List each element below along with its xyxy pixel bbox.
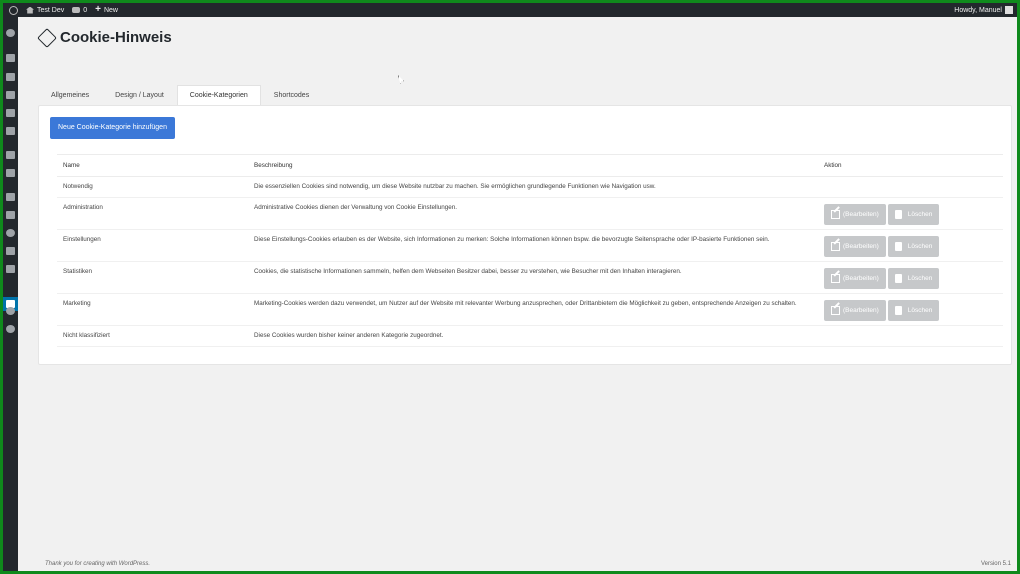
- pages-icon[interactable]: [6, 91, 15, 99]
- admin-side-menu: [3, 17, 22, 571]
- code-icon: [37, 27, 57, 48]
- category-description: Cookies, die statistische Informationen …: [254, 268, 682, 275]
- table-row: Nicht klassifiziert Diese Cookies wurden…: [57, 325, 1003, 347]
- comments-link[interactable]: 0: [68, 3, 91, 17]
- trash-icon: [894, 306, 902, 315]
- trash-icon: [894, 274, 902, 283]
- tab-design-layout[interactable]: Design / Layout: [102, 85, 177, 105]
- edit-label: (Bearbeiten): [843, 243, 879, 250]
- cookie-categories-card: Neue Cookie-Kategorie hinzufügen Name Be…: [38, 105, 1012, 365]
- table-row: Marketing Marketing-Cookies werden dazu …: [57, 293, 1003, 326]
- trash-icon: [894, 242, 902, 251]
- tab-bar: Allgemeines Design / Layout Cookie-Kateg…: [38, 85, 1012, 105]
- column-header-action: Aktion: [818, 154, 1003, 177]
- footer-thanks: Thank you for creating with WordPress.: [45, 561, 151, 567]
- plugin-icon[interactable]: [6, 307, 15, 315]
- edit-icon: [831, 274, 840, 283]
- collapse-menu-icon[interactable]: [6, 325, 15, 333]
- media-icon[interactable]: [6, 73, 15, 81]
- trash-icon: [894, 210, 902, 219]
- edit-icon: [831, 210, 840, 219]
- tab-cookie-kategorien[interactable]: Cookie-Kategorien: [176, 85, 261, 105]
- delete-label: Löschen: [907, 307, 933, 314]
- dashboard-icon[interactable]: [6, 29, 15, 37]
- category-name: Statistiken: [63, 268, 93, 275]
- table-row: Statistiken Cookies, die statistische In…: [57, 261, 1003, 294]
- wordpress-icon: [9, 5, 18, 15]
- delete-label: Löschen: [907, 275, 933, 282]
- delete-label: Löschen: [907, 211, 933, 218]
- edit-icon: [831, 306, 840, 315]
- delete-button[interactable]: Löschen: [887, 204, 940, 225]
- table-row: Einstellungen Diese Einstellungs-Cookies…: [57, 229, 1003, 262]
- category-description: Administrative Cookies dienen der Verwal…: [254, 204, 458, 211]
- admin-bar: Test Dev 0 + New Howdy, Manuel: [3, 3, 1017, 17]
- new-content-link[interactable]: + New: [91, 3, 122, 17]
- home-icon: [26, 6, 34, 14]
- page-title-text: Cookie-Hinweis: [60, 29, 172, 46]
- delete-label: Löschen: [907, 243, 933, 250]
- tab-shortcodes[interactable]: Shortcodes: [261, 85, 322, 105]
- screen-frame: Test Dev 0 + New Howdy, Manuel Cookie-Hi…: [3, 3, 1017, 571]
- products-icon[interactable]: [6, 169, 15, 177]
- settings-icon[interactable]: [6, 265, 15, 273]
- column-header-description: Beschreibung: [248, 154, 818, 177]
- table-row: Administration Administrative Cookies di…: [57, 197, 1003, 230]
- category-description: Diese Einstellungs-Cookies erlauben es d…: [254, 236, 770, 243]
- users-icon[interactable]: [6, 229, 15, 237]
- tools-icon[interactable]: [6, 247, 15, 255]
- delete-button[interactable]: Löschen: [887, 236, 940, 257]
- category-description: Marketing-Cookies werden dazu verwendet,…: [254, 300, 797, 307]
- main-content: Cookie-Hinweis Allgemeines Design / Layo…: [18, 17, 1017, 571]
- comment-icon: [72, 7, 81, 13]
- delete-button[interactable]: Löschen: [887, 300, 940, 321]
- appearance-icon[interactable]: [6, 193, 15, 201]
- user-greeting: Howdy, Manuel: [954, 6, 1002, 14]
- categories-table: Name Beschreibung Aktion Notwendig Die e…: [57, 154, 1003, 347]
- edit-button[interactable]: (Bearbeiten): [824, 236, 886, 257]
- category-name: Notwendig: [63, 183, 93, 190]
- comments-icon[interactable]: [6, 109, 15, 117]
- settings-panel: Allgemeines Design / Layout Cookie-Kateg…: [38, 85, 1012, 365]
- site-name-link[interactable]: Test Dev: [22, 3, 68, 17]
- category-name: Einstellungen: [63, 236, 101, 243]
- mouse-cursor-icon: [398, 75, 404, 84]
- category-name: Nicht klassifiziert: [63, 332, 110, 339]
- table-row: Notwendig Die essenziellen Cookies sind …: [57, 176, 1003, 198]
- posts-icon[interactable]: [6, 54, 15, 62]
- edit-button[interactable]: (Bearbeiten): [824, 204, 886, 225]
- edit-label: (Bearbeiten): [843, 307, 879, 314]
- footer-version: Version 5.1: [980, 561, 1011, 567]
- category-name: Marketing: [63, 300, 91, 307]
- edit-label: (Bearbeiten): [843, 211, 879, 218]
- new-label: New: [103, 6, 118, 14]
- pin-icon[interactable]: [6, 127, 15, 135]
- edit-button[interactable]: (Bearbeiten): [824, 268, 886, 289]
- user-account-menu[interactable]: Howdy, Manuel: [950, 3, 1017, 17]
- wordpress-logo-button[interactable]: [3, 3, 22, 17]
- woocommerce-icon[interactable]: [6, 151, 15, 159]
- avatar: [1005, 6, 1013, 14]
- category-description: Die essenziellen Cookies sind notwendig,…: [254, 183, 656, 190]
- plus-icon: +: [95, 4, 101, 15]
- edit-button[interactable]: (Bearbeiten): [824, 300, 886, 321]
- add-category-button[interactable]: Neue Cookie-Kategorie hinzufügen: [50, 117, 175, 139]
- table-header-row: Name Beschreibung Aktion: [57, 154, 1003, 177]
- delete-button[interactable]: Löschen: [887, 268, 940, 289]
- category-name: Administration: [63, 204, 103, 211]
- page-title: Cookie-Hinweis: [37, 27, 172, 48]
- category-description: Diese Cookies wurden bisher keiner ander…: [254, 332, 444, 339]
- site-name: Test Dev: [37, 6, 65, 14]
- tab-allgemeines[interactable]: Allgemeines: [38, 85, 102, 105]
- edit-icon: [831, 242, 840, 251]
- column-header-name: Name: [57, 154, 248, 177]
- edit-label: (Bearbeiten): [843, 275, 879, 282]
- plugins-icon[interactable]: [6, 211, 15, 219]
- comments-count: 0: [83, 6, 88, 14]
